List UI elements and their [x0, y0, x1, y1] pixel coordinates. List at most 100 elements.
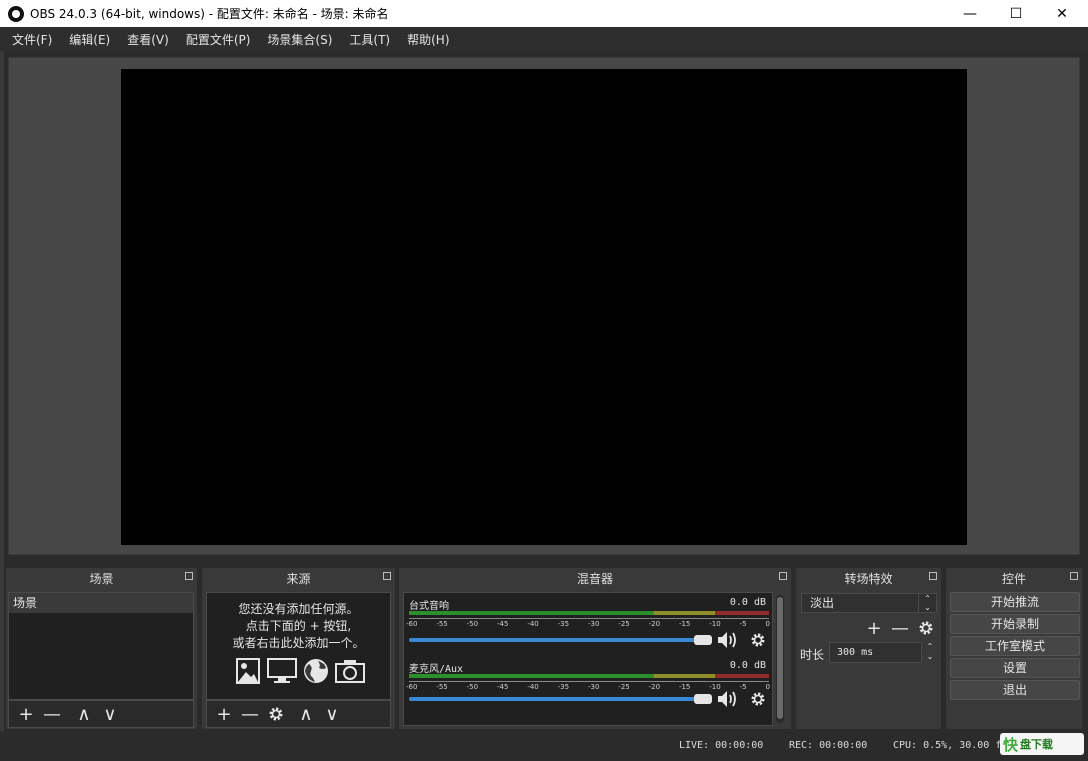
channel-settings-button[interactable]: [747, 689, 769, 709]
transitions-dock-title: 转场特效: [796, 568, 941, 589]
window-edge: [0, 51, 4, 731]
transition-selected-value: 淡出: [810, 596, 835, 610]
dock-float-icon[interactable]: [929, 572, 937, 580]
gear-icon: [751, 692, 765, 706]
image-icon: [233, 657, 263, 685]
menu-scene-collection[interactable]: 场景集合(S): [267, 31, 332, 48]
menu-help[interactable]: 帮助(H): [407, 31, 449, 48]
menu-view[interactable]: 查看(V): [127, 31, 169, 48]
sources-dock-label: 来源: [286, 572, 311, 586]
mute-toggle[interactable]: [717, 689, 739, 709]
volume-slider-handle[interactable]: [694, 635, 712, 645]
hint-line: 点击下面的 + 按钮,: [245, 619, 352, 633]
move-scene-up-button[interactable]: ∧: [71, 702, 97, 726]
speaker-icon: [718, 691, 736, 707]
rec-timer: REC: 00:00:00: [789, 740, 868, 751]
hint-line: 您还没有添加任何源。: [238, 602, 359, 616]
channel-name: 台式音响: [409, 601, 449, 612]
watermark-text: 盘下载: [1020, 738, 1054, 751]
mixer-scrollbar-thumb[interactable]: [777, 597, 783, 719]
mixer-dock-label: 混音器: [576, 572, 613, 586]
duration-label: 时长: [800, 648, 825, 662]
remove-scene-button[interactable]: —: [39, 702, 65, 726]
volume-slider[interactable]: [409, 697, 709, 701]
scenes-toolbar: + — ∧ ∨: [8, 700, 194, 728]
transition-properties-button[interactable]: [913, 616, 939, 640]
dock-float-icon[interactable]: [383, 572, 391, 580]
add-source-button[interactable]: +: [211, 702, 237, 726]
scenes-dock-title: 场景: [6, 568, 197, 589]
meter-tick-labels: -60 -55 -50 -45 -40 -35 -30 -25 -20 -15 -10 -5 0: [406, 683, 770, 691]
menu-edit[interactable]: 编辑(E): [69, 31, 110, 48]
move-source-up-button[interactable]: ∧: [293, 702, 319, 726]
obs-logo-icon: [8, 5, 24, 22]
title-bar: OBS 24.0.3 (64-bit, windows) - 配置文件: 未命名…: [0, 0, 1088, 27]
volume-slider-handle[interactable]: [694, 694, 712, 704]
meter-tick-labels: -60 -55 -50 -45 -40 -35 -30 -25 -20 -15 -10 -5 0: [406, 620, 770, 628]
close-button[interactable]: ✕: [1039, 0, 1085, 27]
select-arrows-icon: ⌃ ⌄: [918, 594, 936, 612]
duration-spinner[interactable]: ⌃ ⌄: [922, 642, 938, 663]
gear-icon: [269, 707, 283, 721]
menu-profile[interactable]: 配置文件(P): [186, 31, 251, 48]
live-timer: LIVE: 00:00:00: [679, 740, 764, 751]
sources-empty-hint: 您还没有添加任何源。 点击下面的 + 按钮, 或者右击此处添加一个。: [207, 601, 390, 652]
transitions-dock-label: 转场特效: [844, 572, 893, 586]
watermark-mark: 快: [1003, 735, 1019, 754]
menu-tools[interactable]: 工具(T): [349, 31, 390, 48]
maximize-button[interactable]: ☐: [993, 0, 1039, 27]
studio-mode-button[interactable]: 工作室模式: [950, 636, 1080, 656]
controls-dock-label: 控件: [1001, 572, 1026, 586]
menu-bar: 文件(F) 编辑(E) 查看(V) 配置文件(P) 场景集合(S) 工具(T) …: [0, 27, 1088, 51]
channel-name: 麦克风/Aux: [409, 664, 464, 675]
menu-file[interactable]: 文件(F): [12, 31, 52, 48]
sources-dock-title: 来源: [202, 568, 395, 589]
meter-ticks: [409, 678, 769, 682]
move-scene-down-button[interactable]: ∨: [97, 702, 123, 726]
start-recording-button[interactable]: 开始录制: [950, 614, 1080, 634]
channel-db-readout: 0.0 dB: [729, 597, 766, 608]
sources-toolbar: + — ∧ ∨: [206, 700, 391, 728]
source-type-icons: [207, 657, 390, 685]
cpu-fps-readout: CPU: 0.5%, 30.00 fps: [893, 740, 1014, 751]
preview-canvas[interactable]: [121, 69, 967, 545]
dock-float-icon[interactable]: [185, 572, 193, 580]
minimize-button[interactable]: —: [947, 0, 993, 27]
browser-globe-icon: [301, 657, 331, 685]
channel-db-readout: 0.0 dB: [729, 660, 766, 671]
volume-slider[interactable]: [409, 638, 709, 642]
controls-dock-title: 控件: [946, 568, 1082, 589]
gear-icon: [751, 633, 765, 647]
add-scene-button[interactable]: +: [13, 702, 39, 726]
camera-icon: [334, 657, 365, 685]
speaker-icon: [718, 632, 736, 648]
scenes-list[interactable]: 场景: [8, 592, 194, 700]
mute-toggle[interactable]: [717, 630, 739, 650]
source-properties-button[interactable]: [263, 702, 289, 726]
add-transition-button[interactable]: +: [861, 616, 887, 640]
exit-button[interactable]: 退出: [950, 680, 1080, 700]
status-bar: LIVE: 00:00:00 REC: 00:00:00 CPU: 0.5%, …: [0, 731, 1088, 761]
mixer-scrollbar[interactable]: [776, 595, 784, 723]
mixer-channels: 台式音响 0.0 dB -60 -55 -50 -45 -40 -35 -30 -25 -20-…: [403, 592, 773, 726]
dock-float-icon[interactable]: [1070, 572, 1078, 580]
start-streaming-button[interactable]: 开始推流: [950, 592, 1080, 612]
scenes-dock-label: 场景: [89, 572, 114, 586]
window-title: OBS 24.0.3 (64-bit, windows) - 配置文件: 未命名…: [30, 7, 389, 21]
transition-select[interactable]: 淡出 ⌃ ⌄: [801, 593, 937, 613]
meter-ticks: [409, 615, 769, 619]
gear-icon: [919, 621, 933, 635]
sources-list[interactable]: 您还没有添加任何源。 点击下面的 + 按钮, 或者右击此处添加一个。: [206, 592, 391, 700]
channel-settings-button[interactable]: [747, 630, 769, 650]
hint-line: 或者右击此处添加一个。: [232, 636, 365, 650]
dock-float-icon[interactable]: [779, 572, 787, 580]
settings-button[interactable]: 设置: [950, 658, 1080, 678]
remove-transition-button[interactable]: —: [887, 616, 913, 640]
mixer-dock-title: 混音器: [399, 568, 791, 589]
watermark-logo: 快 盘下载: [1000, 733, 1084, 755]
scene-list-item[interactable]: 场景: [9, 593, 193, 613]
duration-input[interactable]: 300 ms: [829, 642, 922, 663]
move-source-down-button[interactable]: ∨: [319, 702, 345, 726]
display-capture-icon: [266, 657, 297, 685]
remove-source-button[interactable]: —: [237, 702, 263, 726]
